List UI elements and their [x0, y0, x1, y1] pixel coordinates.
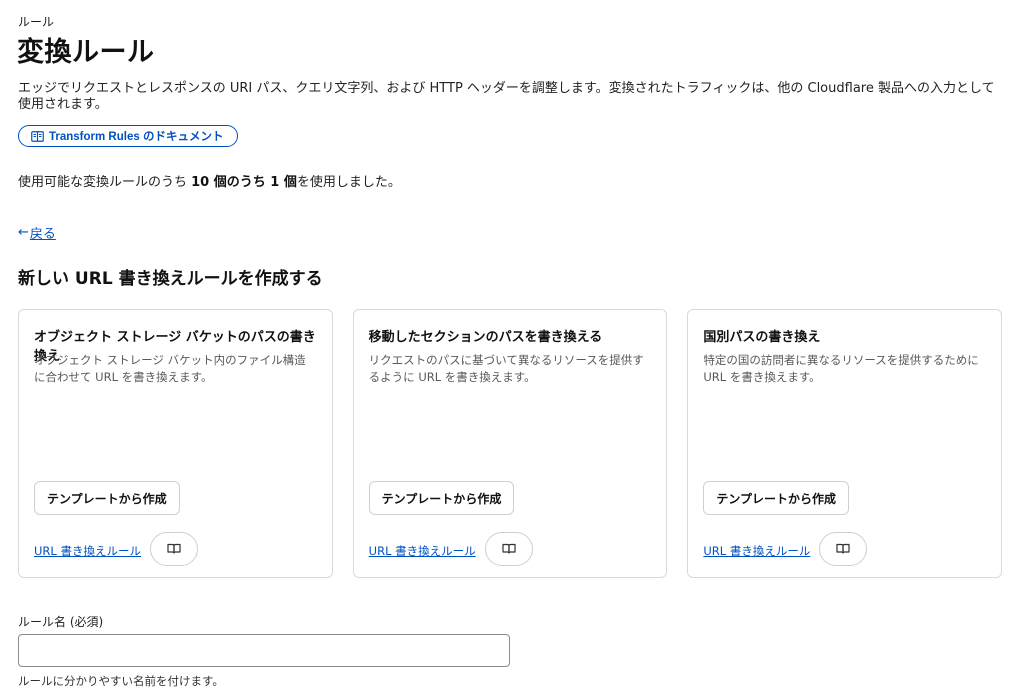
template-cards: オブジェクト ストレージ バケットのパスの書き換え オブジェクト ストレージ バ…	[18, 309, 1003, 578]
book-icon	[31, 130, 44, 142]
back-link-label: 戻る	[29, 227, 56, 242]
usage-text: 使用可能な変換ルールのうち 10 個のうち 1 個を使用しました。	[18, 171, 401, 190]
template-card-object-storage: オブジェクト ストレージ バケットのパスの書き換え オブジェクト ストレージ バ…	[18, 309, 333, 578]
card-description: オブジェクト ストレージ バケット内のファイル構造に合わせて URL を書き換え…	[34, 353, 306, 384]
template-card-country-path: 国別パスの書き換え 特定の国の訪問者に異なるリソースを提供するために URL を…	[687, 309, 1003, 578]
card-docs-button[interactable]	[484, 532, 533, 566]
documentation-button-label: Transform Rules のドキュメント	[49, 131, 224, 143]
create-from-template-button[interactable]: テンプレートから作成	[34, 481, 180, 515]
card-docs-button[interactable]	[150, 532, 198, 566]
rule-name-input[interactable]	[18, 634, 510, 667]
card-title: 移動したセクションのパスを書き換える	[368, 330, 603, 345]
card-docs-button[interactable]	[819, 532, 868, 566]
url-rewrite-rules-link[interactable]: URL 書き換えルール	[369, 543, 476, 559]
documentation-button[interactable]: Transform Rules のドキュメント	[18, 125, 239, 147]
create-from-template-button[interactable]: テンプレートから作成	[368, 481, 515, 515]
breadcrumb[interactable]: ルール	[18, 13, 54, 30]
url-rewrite-rules-link[interactable]: URL 書き換えルール	[703, 543, 810, 559]
book-icon	[836, 542, 850, 557]
url-rewrite-rules-link[interactable]: URL 書き換えルール	[34, 543, 141, 559]
usage-prefix: 使用可能な変換ルールのうち	[18, 175, 192, 190]
rule-name-help: ルールに分かりやすい名前を付けます。	[18, 674, 224, 688]
back-arrow-icon: ←	[18, 225, 29, 240]
back-link[interactable]: ← 戻る	[18, 223, 56, 242]
book-icon	[167, 542, 181, 557]
section-title: 新しい URL 書き換えルールを作成する	[18, 269, 323, 289]
card-title: 国別パスの書き換え	[703, 330, 821, 345]
page-title: 変換ルール	[17, 37, 155, 68]
usage-suffix: を使用しました。	[296, 175, 401, 190]
page-description: エッジでリクエストとレスポンスの URI パス、クエリ文字列、および HTTP …	[18, 81, 995, 112]
usage-count: 10 個のうち 1 個	[191, 175, 297, 190]
card-description: 特定の国の訪問者に異なるリソースを提供するために URL を書き換えます。	[703, 353, 979, 384]
book-icon	[502, 542, 516, 557]
template-card-moved-section: 移動したセクションのパスを書き換える リクエストのパスに基づいて異なるリソースを…	[352, 309, 668, 578]
create-from-template-button[interactable]: テンプレートから作成	[703, 481, 849, 515]
card-description: リクエストのパスに基づいて異なるリソースを提供するように URL を書き換えます…	[368, 353, 644, 384]
page: ルール 変換ルール エッジでリクエストとレスポンスの URI パス、クエリ文字列…	[0, 0, 1024, 700]
rule-name-label: ルール名 (必須)	[18, 615, 104, 629]
